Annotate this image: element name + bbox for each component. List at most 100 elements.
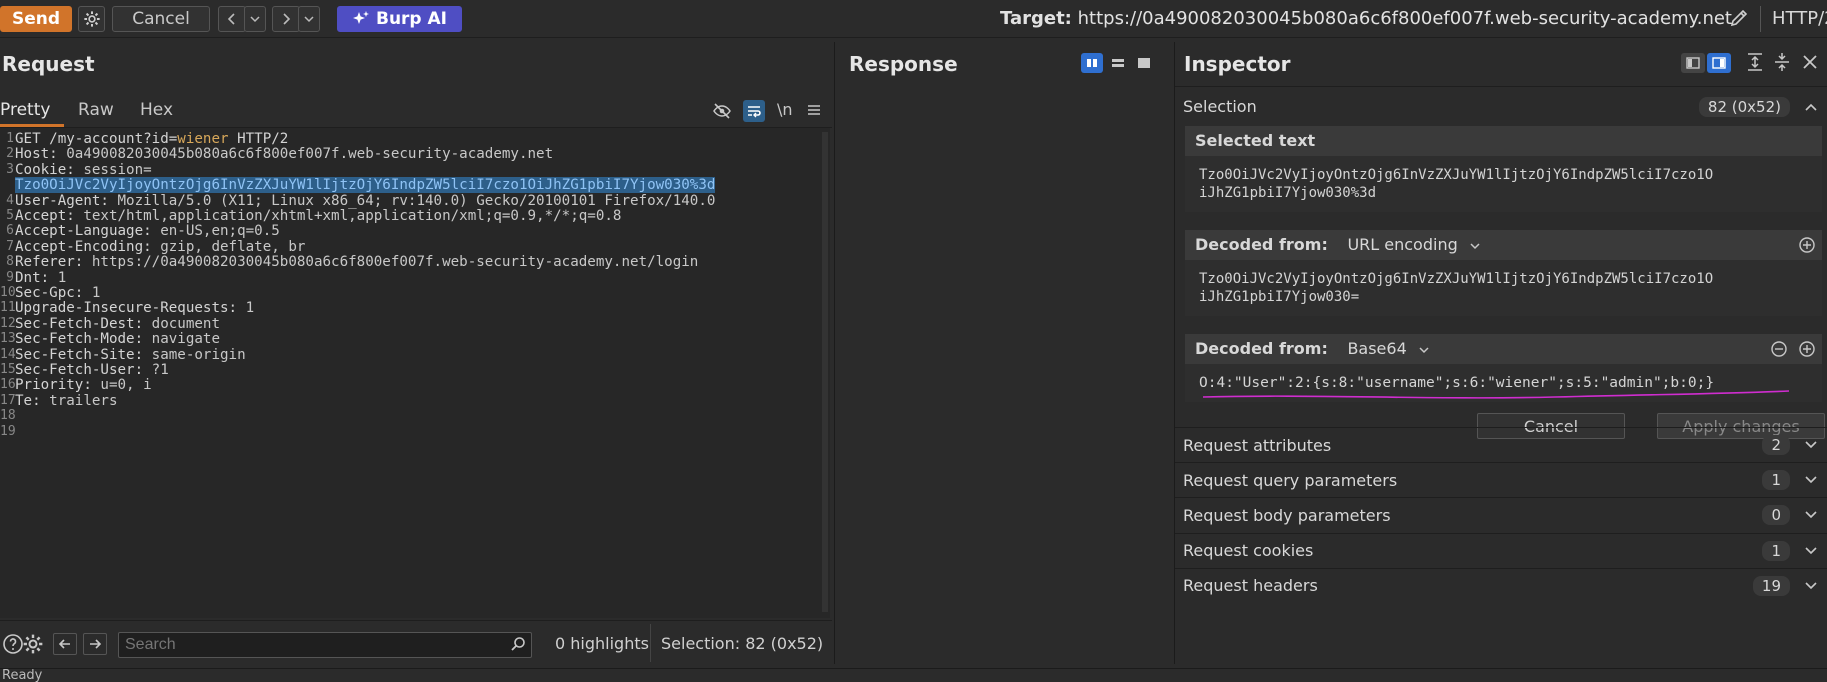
previous-match-button[interactable] [53,633,77,655]
inspector-section-4[interactable]: Request cookies 1 [1175,532,1827,568]
section-label: Request attributes [1183,435,1332,455]
chevron-down-icon [250,16,260,23]
inspector-section-5[interactable]: Request headers 19 [1175,567,1827,603]
columns-icon [1087,59,1097,67]
layout-stacked-button[interactable] [1107,53,1129,73]
header-value: Mozilla/5.0 (X11; Linux x86_64; rv:140.0… [108,192,716,209]
decoded-url-header: Decoded from: URL encoding [1185,230,1822,260]
http-version-toggle[interactable]: HTTP/2 [1772,8,1827,29]
section-count-badge: 19 [1752,575,1790,596]
tab-hex[interactable]: Hex [140,94,173,127]
line-number: 5 [6,208,14,223]
chevron-down-icon [1805,511,1817,519]
request-line: Host: 0a490082030045b080a6c6f800ef007f.w… [15,146,553,162]
request-panel: Request Pretty Raw Hex \n 1 GET /my-accou… [0,42,832,664]
chevron-down-icon [304,16,314,23]
chevron-down-icon [1805,582,1817,590]
request-line: Dnt: 1 [15,270,66,286]
search-input[interactable] [118,632,532,658]
hide-nonprintable-button[interactable] [712,102,732,120]
expand-all-button[interactable] [1745,52,1765,72]
editor-scrollbar[interactable] [822,132,828,612]
arrow-right-icon [90,639,102,649]
chevron-down-icon [1419,346,1429,353]
line-number: 14 [0,346,16,362]
target-label: Target: [1000,8,1072,29]
request-line: Sec-Fetch-User: ?1 [15,362,169,378]
response-title: Response [849,52,958,76]
toolbar: Send Cancel Burp AI Target: https://0a49… [0,0,1827,38]
decoding-type-select[interactable]: URL encoding [1347,235,1457,254]
eye-slash-icon [713,103,731,119]
decoded-url-value[interactable]: Tzo0OiJVc2VyIjoyOntzOjg6InVzZXJuYW1lIjtz… [1199,270,1713,306]
header-value: https://0a490082030045b080a6c6f800ef007f… [83,254,699,271]
gear-icon [23,634,43,654]
back-button[interactable] [218,6,246,32]
show-newlines-button[interactable]: \n [777,100,793,119]
layout-side-by-side-button[interactable] [1081,53,1103,73]
rows-icon [1112,59,1124,67]
search-settings-button[interactable] [22,633,44,655]
wrap-lines-button[interactable] [743,100,765,122]
header-value: document [143,315,220,332]
header-name: Host: [15,146,58,163]
request-line: Upgrade-Insecure-Requests: 1 [15,300,254,316]
inspector-section-3[interactable]: Request body parameters 0 [1175,497,1827,532]
header-name: Priority: [15,377,92,394]
tab-pretty[interactable]: Pretty [0,94,64,127]
line-number: 2 [6,146,14,162]
line-number: 6 [6,223,14,239]
line-number: 13 [0,331,16,347]
cancel-button[interactable]: Cancel [112,6,210,32]
decoding-type-select[interactable]: Base64 [1347,339,1406,358]
selection-section-header[interactable]: Selection 82 (0x52) [1175,86,1827,126]
edit-target-button[interactable] [1728,7,1750,29]
forward-history-dropdown[interactable] [298,6,320,32]
decoded-base64-header: Decoded from: Base64 [1185,334,1822,364]
request-line: Accept-Language: en-US,en;q=0.5 [15,223,280,239]
request-line: Referer: https://0a490082030045b080a6c6f… [15,254,698,270]
section-count-badge: 0 [1762,505,1790,526]
header-value: en-US,en;q=0.5 [151,223,280,240]
inspector-layout-right-button[interactable] [1707,53,1731,73]
help-button[interactable] [2,633,24,655]
collapse-all-button[interactable] [1772,52,1792,72]
header-name: Accept-Language: [15,223,152,240]
editor-menu-button[interactable] [806,102,822,118]
line-number: 1 [6,131,14,146]
panel-right-icon [1712,57,1726,69]
selected-text-value[interactable]: Tzo0OiJVc2VyIjoyOntzOjg6InVzZXJuYW1lIjtz… [1199,166,1713,202]
section-label: Request query parameters [1183,470,1398,490]
next-match-button[interactable] [83,633,107,655]
add-decoding-button[interactable] [1798,340,1816,358]
inspector-layout-left-button[interactable] [1681,53,1705,73]
selection-info: Selection: 82 (0x52) [661,634,824,653]
header-name: Accept-Encoding: [15,238,152,255]
layout-tabs-button[interactable] [1133,53,1155,73]
inspector-section-2[interactable]: Request query parameters 1 [1175,462,1827,497]
header-name: Sec-Fetch-User: [15,362,144,378]
inspector-section-1[interactable]: Request attributes 2 [1175,427,1827,462]
target-display: Target: https://0a490082030045b080a6c6f8… [1000,8,1732,29]
header-name: Sec-Fetch-Mode: [15,331,144,348]
chevron-down-icon [1805,547,1817,554]
request-editor[interactable]: 1 GET /my-account?id=wiener HTTP/2 2 Host: … [0,128,830,618]
forward-button[interactable] [272,6,300,32]
request-line: Sec-Fetch-Dest: document [15,316,220,332]
remove-decoding-button[interactable] [1770,340,1788,358]
header-value: navigate [143,331,220,348]
tab-raw[interactable]: Raw [78,94,114,127]
section-count-badge: 2 [1762,435,1790,456]
back-history-dropdown[interactable] [244,6,266,32]
selected-text-block: Selected text Tzo0OiJVc2VyIjoyOntzOjg6In… [1185,126,1822,212]
line-number: 19 [0,423,16,439]
header-name: Cookie: [15,161,75,178]
header-name: Upgrade-Insecure-Requests: [15,300,238,317]
add-decoding-button[interactable] [1798,236,1816,254]
selected-text-header: Selected text [1185,126,1822,156]
request-protocol: HTTP/2 [228,131,289,147]
close-inspector-button[interactable] [1801,53,1819,71]
settings-gear-button[interactable] [78,6,105,32]
burp-ai-button[interactable]: Burp AI [337,6,462,32]
send-button[interactable]: Send [0,6,72,32]
